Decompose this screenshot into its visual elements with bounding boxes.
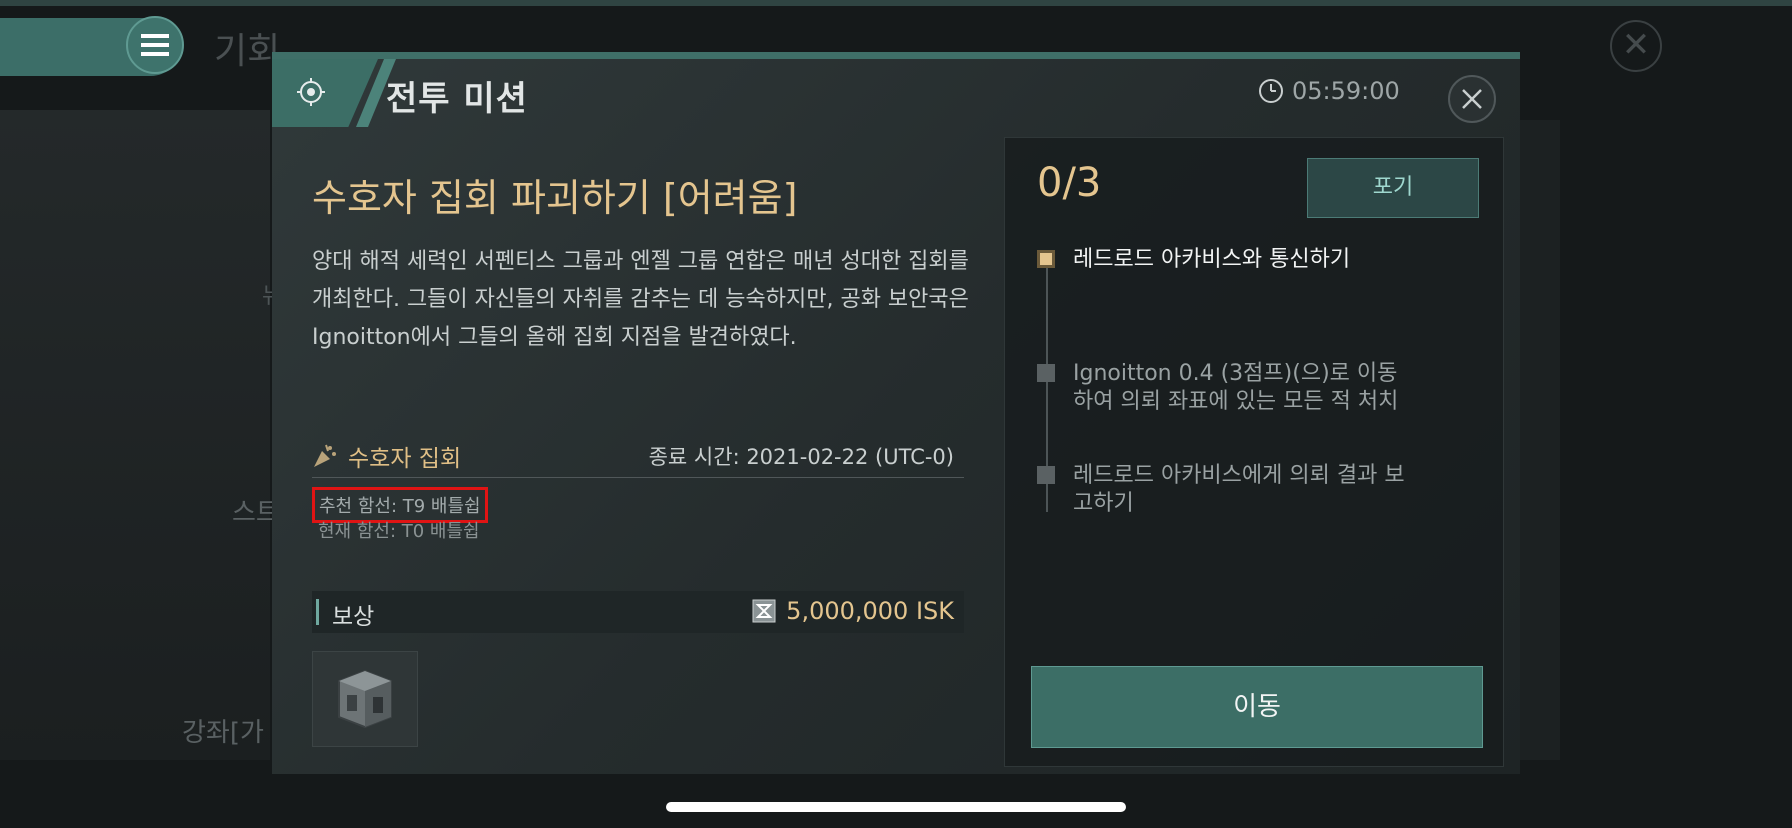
dialog-title: 전투 미션: [386, 79, 528, 119]
mission-category-row: 수호자 집회 종료 시간: 2021-02-22 (UTC-0): [312, 437, 964, 478]
reward-label: 보상: [332, 604, 375, 630]
objective-progress: 0/3: [1037, 160, 1102, 206]
objective-marker-active: [1037, 250, 1055, 268]
combat-mission-icon: [297, 78, 325, 106]
end-time: 종료 시간: 2021-02-22 (UTC-0): [648, 445, 954, 469]
menu-button[interactable]: [126, 16, 184, 74]
mission-dialog: 전투 미션 05:59:00 수호자 집회 파괴하기 [어려움] 양대 해적 세…: [272, 52, 1520, 774]
move-button[interactable]: 이동: [1031, 666, 1483, 748]
close-icon: [1462, 89, 1482, 109]
objective-text: Ignoitton 0.4 (3점프)(으)로 이동하여 의뢰 좌표에 있는 모…: [1073, 361, 1399, 414]
objective-text: 레드로드 아카비스에게 의뢰 결과 보고하기: [1073, 463, 1405, 516]
reward-item-slot[interactable]: [312, 651, 418, 747]
reward-accent-bar: [316, 599, 319, 625]
objectives-panel: 0/3 포기 레드로드 아카비스와 통신하기 Ignoitton 0.4 (3점…: [1004, 137, 1504, 767]
objective-marker: [1037, 466, 1055, 484]
mission-category: 수호자 집회: [348, 446, 462, 472]
party-icon: [314, 444, 336, 467]
mission-timer: 05:59:00: [1258, 77, 1400, 105]
objective-marker: [1037, 364, 1055, 382]
reward-row: 보상 5,000,000 ISK: [312, 591, 964, 633]
reward-isk-amount: 5,000,000 ISK: [786, 597, 954, 625]
timer-text: 05:59:00: [1292, 77, 1400, 105]
top-edge-line: [0, 0, 1792, 6]
background-logo: 기회: [214, 22, 280, 74]
close-button[interactable]: [1448, 75, 1496, 123]
mission-title: 수호자 집회 파괴하기 [어려움]: [312, 176, 798, 220]
mission-description: 양대 해적 세력인 서펜티스 그룹과 엔젤 그룹 연합은 매년 성대한 집회를 …: [312, 249, 969, 350]
background-close-button[interactable]: ✕: [1610, 20, 1662, 72]
home-indicator[interactable]: [666, 802, 1126, 812]
reward-isk: 5,000,000 ISK: [752, 597, 954, 625]
objective-text: 레드로드 아카비스와 통신하기: [1073, 247, 1351, 272]
current-ship: 현재 함선: T0 배틀쉽: [318, 521, 480, 542]
isk-currency-icon: [752, 599, 776, 623]
clock-icon: [1259, 79, 1283, 103]
background-panel-left: [0, 110, 270, 760]
hamburger-icon: [141, 34, 169, 56]
background-logo-text: 기회: [214, 31, 281, 72]
background-text: 강좌[가: [182, 718, 264, 748]
cargo-crate-icon: [338, 669, 392, 729]
give-up-button[interactable]: 포기: [1307, 158, 1479, 218]
